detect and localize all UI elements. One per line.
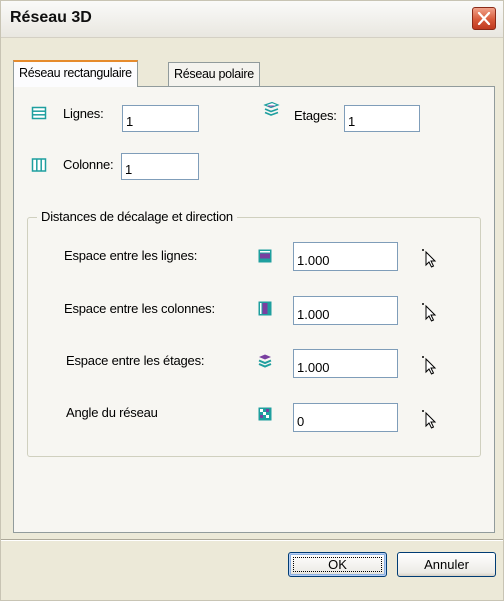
columns-icon [31, 158, 47, 172]
close-icon [477, 12, 491, 25]
rows-icon [31, 106, 47, 120]
column-spacing-pick-button[interactable] [419, 300, 439, 322]
cursor-pick-icon [422, 410, 437, 429]
title-bar[interactable]: Réseau 3D [1, 1, 503, 38]
level-spacing-icon [258, 354, 272, 368]
array-angle-icon [258, 407, 272, 421]
cursor-pick-icon [422, 356, 437, 375]
row-spacing-pick-button[interactable] [419, 246, 439, 268]
etages-label: Etages: [294, 108, 337, 123]
cancel-button[interactable]: Annuler [397, 552, 496, 577]
array-angle-input[interactable] [293, 403, 398, 432]
lignes-label: Lignes: [63, 106, 104, 121]
column-spacing-label: Espace entre les colonnes: [64, 301, 215, 316]
level-spacing-input[interactable] [293, 349, 398, 378]
colonne-input[interactable] [121, 153, 199, 180]
window-title: Réseau 3D [10, 9, 92, 26]
array-angle-label: Angle du réseau [66, 405, 158, 420]
row-spacing-input[interactable] [293, 242, 398, 271]
level-spacing-pick-button[interactable] [419, 353, 439, 375]
distances-group: Distances de décalage et direction Espac… [27, 209, 481, 457]
ok-button-label: OK [293, 557, 382, 572]
row-spacing-label: Espace entre les lignes: [64, 248, 198, 263]
tab-panel-rectangular: Lignes: Etages: Colonne: Distances de dé… [13, 86, 495, 533]
array-angle-pick-button[interactable] [419, 407, 439, 429]
row-spacing-icon [258, 249, 272, 263]
dialog-window: Réseau 3D Réseau rectangulaire Réseau po… [0, 0, 504, 601]
ok-button[interactable]: OK [288, 552, 387, 577]
distances-group-legend: Distances de décalage et direction [37, 209, 237, 224]
cursor-pick-icon [422, 249, 437, 268]
etages-input[interactable] [344, 105, 420, 132]
column-spacing-input[interactable] [293, 296, 398, 325]
footer-separator [1, 539, 503, 541]
cursor-pick-icon [422, 303, 437, 322]
levels-icon [263, 101, 280, 116]
column-spacing-icon [258, 301, 272, 316]
close-button[interactable] [472, 7, 496, 30]
tab-reseau-polaire[interactable]: Réseau polaire [168, 62, 260, 86]
lignes-input[interactable] [122, 105, 199, 132]
level-spacing-label: Espace entre les étages: [66, 353, 205, 368]
tab-reseau-rectangulaire[interactable]: Réseau rectangulaire [13, 60, 138, 87]
colonne-label: Colonne: [63, 157, 114, 172]
